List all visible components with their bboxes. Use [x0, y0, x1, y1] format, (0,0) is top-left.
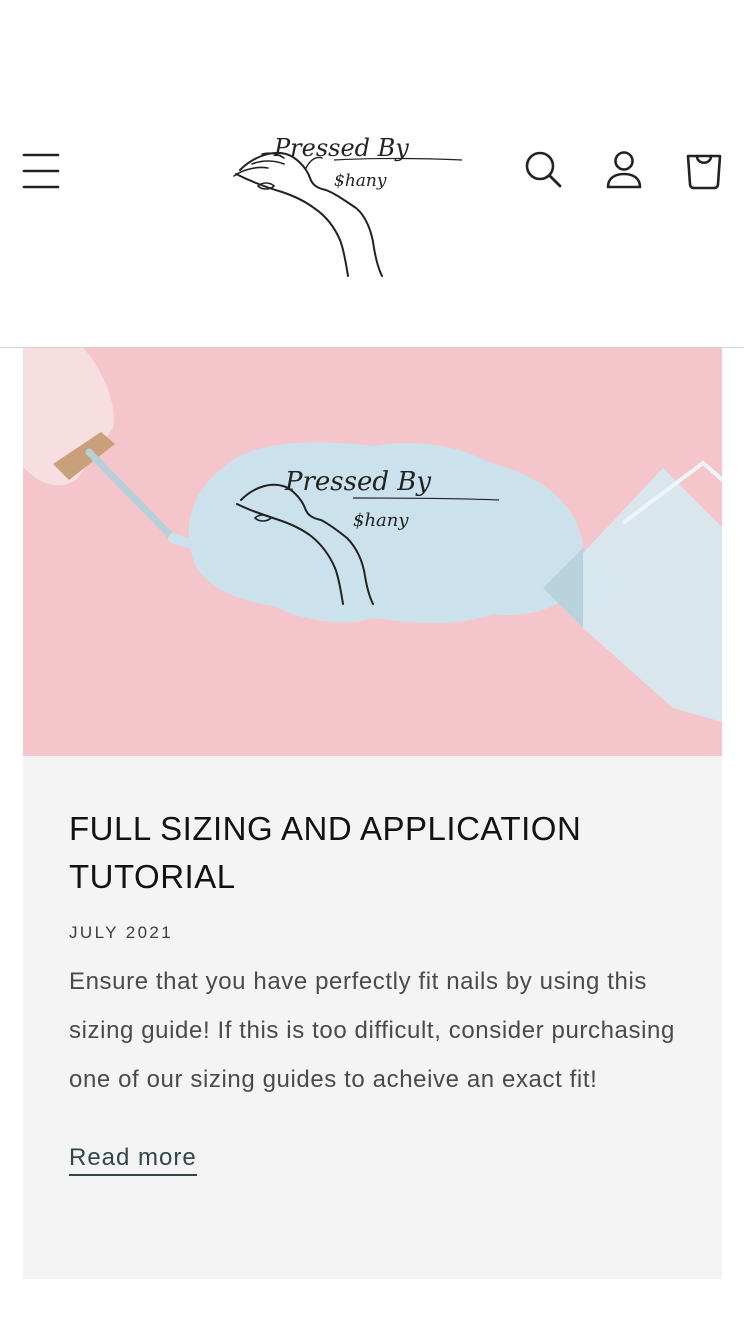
site-logo[interactable]: Pressed By $hany: [222, 108, 472, 283]
article-title[interactable]: FULL SIZING AND APPLICATION TUTORIAL: [69, 805, 689, 901]
article-date: JULY 2021: [69, 923, 174, 942]
search-icon: [525, 151, 562, 188]
image-logo-text-line1: Pressed By: [284, 467, 431, 497]
account-icon: [606, 151, 642, 189]
image-logo-text-line2: $hany: [353, 510, 409, 531]
cart-icon: [686, 154, 722, 190]
article-image[interactable]: Pressed By $hany: [23, 348, 722, 756]
read-more-link[interactable]: Read more: [69, 1144, 197, 1176]
cart-button[interactable]: [682, 148, 726, 192]
search-button[interactable]: [522, 148, 566, 192]
site-header: Pressed By $hany: [0, 0, 744, 348]
article-excerpt: Ensure that you have perfectly fit nails…: [69, 968, 675, 1093]
logo-text-line2: $hany: [334, 171, 387, 191]
menu-button[interactable]: [22, 150, 62, 190]
hand-logo-icon: Pressed By $hany: [233, 134, 463, 277]
article-content: FULL SIZING AND APPLICATION TUTORIAL JUL…: [69, 805, 689, 1176]
account-button[interactable]: [602, 148, 646, 192]
nail-polish-spill-image: Pressed By $hany: [23, 348, 722, 756]
menu-icon: [22, 153, 60, 189]
blog-article-card[interactable]: Pressed By $hany FULL SIZING AND APPLICA…: [23, 348, 722, 1279]
